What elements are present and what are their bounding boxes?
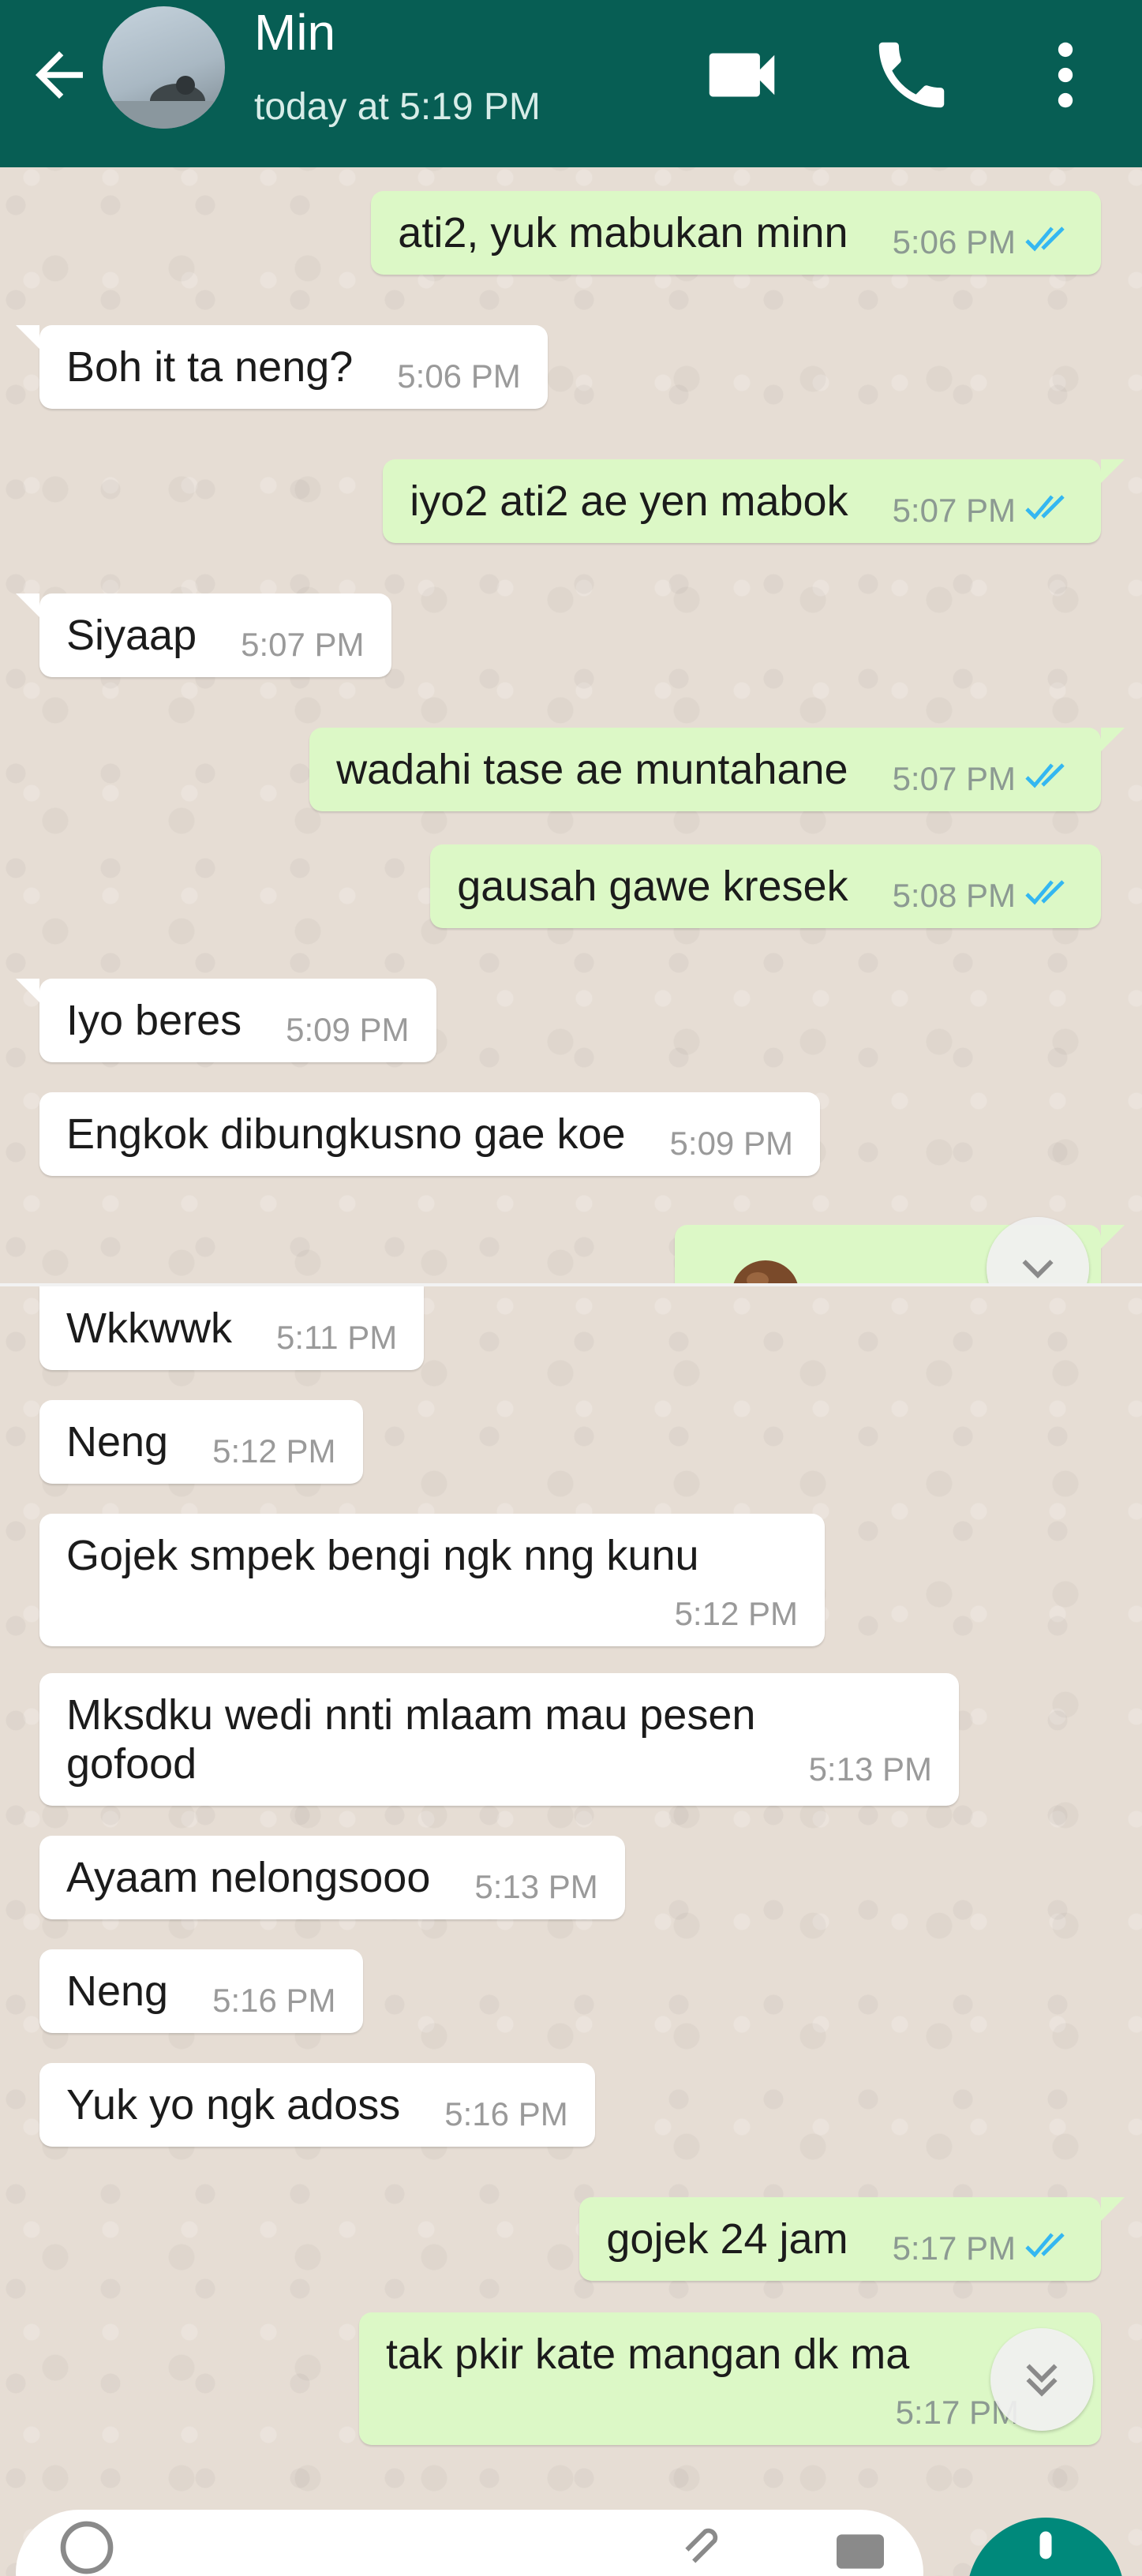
attach-icon[interactable]	[671, 2518, 726, 2573]
double-chevron-down-icon	[1026, 2364, 1058, 2397]
double-check-icon	[1025, 495, 1065, 520]
message-time: 5:09 PM	[286, 1011, 410, 1048]
message-text: Engkok dibungkusno gae koe	[66, 1110, 626, 1158]
mic-icon	[1039, 2531, 1052, 2559]
message-time: 5:12 PM	[674, 1595, 798, 1632]
bubble-tail	[1101, 728, 1125, 751]
chat-area-bottom[interactable]: Wkkwwk 5:11 PM Neng 5:12 PM Gojek smpek be…	[0, 1286, 1142, 2494]
message-time: 5:12 PM	[212, 1432, 336, 1470]
message-text: ati2, yuk mabukan minn	[398, 209, 848, 256]
bubble-tail	[1101, 2197, 1125, 2221]
message-time: 5:17 PM	[892, 2230, 1016, 2267]
message-time: 5:09 PM	[669, 1125, 793, 1162]
message-time: 5:07 PM	[892, 760, 1016, 797]
back-arrow-icon[interactable]	[24, 39, 95, 110]
double-check-icon	[1025, 880, 1065, 905]
message-incoming[interactable]: Yuk yo ngk adoss 5:16 PM	[39, 2063, 595, 2147]
bubble-tail	[16, 979, 39, 1002]
message-incoming[interactable]: Siyaap 5:07 PM	[39, 593, 391, 677]
avatar-photo	[103, 76, 225, 129]
message-time: 5:07 PM	[241, 626, 365, 663]
message-text: iyo2 ati2 ae yen mabok	[410, 477, 848, 525]
message-outgoing[interactable]: tak pkir kate mangan dk ma 5:17 PM	[359, 2312, 1101, 2445]
message-incoming[interactable]: Neng 5:16 PM	[39, 1949, 363, 2033]
message-time: 5:11 PM	[275, 1319, 398, 1356]
message-outgoing[interactable]: gausah gawe kresek 5:08 PM	[430, 844, 1101, 928]
message-time: 5:16 PM	[444, 2095, 568, 2132]
bubble-tail	[1101, 459, 1125, 483]
bubble-tail	[1101, 1225, 1125, 1249]
phone-icon[interactable]	[868, 32, 955, 118]
chat-area-top[interactable]: ati2, yuk mabukan minn 5:06 PM Boh it ta …	[0, 167, 1142, 1286]
message-text: wadahi tase ae muntahane	[336, 746, 848, 793]
emoji-icon[interactable]	[55, 2516, 118, 2576]
message-outgoing[interactable]: gojek 24 jam 5:17 PM	[579, 2197, 1101, 2281]
bubble-tail	[16, 325, 39, 349]
message-text-line: Mksdku wedi nnti mlaam mau pesen	[66, 1691, 756, 1739]
message-incoming[interactable]: Mksdku wedi nnti mlaam mau pesen gofood …	[39, 1673, 959, 1806]
contact-name[interactable]: Min	[254, 3, 335, 62]
message-time: 5:08 PM	[892, 877, 1016, 914]
bubble-tail	[16, 593, 39, 617]
scroll-down-button[interactable]	[990, 2328, 1093, 2431]
message-incoming[interactable]: Iyo beres 5:09 PM	[39, 979, 436, 1062]
message-text: gausah gawe kresek	[457, 863, 848, 910]
double-check-icon	[1025, 2233, 1065, 2258]
message-text: Wkkwwk	[66, 1305, 232, 1352]
last-seen-status: today at 5:19 PM	[254, 86, 541, 128]
message-text: gojek 24 jam	[606, 2215, 848, 2263]
message-incoming[interactable]: Gojek smpek bengi ngk nng kunu 5:12 PM	[39, 1514, 825, 1646]
message-time: 5:16 PM	[212, 1982, 336, 2019]
message-outgoing[interactable]: ati2, yuk mabukan minn 5:06 PM	[371, 191, 1101, 275]
message-incoming[interactable]: Neng 5:12 PM	[39, 1400, 363, 1484]
more-vert-icon[interactable]	[1022, 32, 1109, 118]
message-incoming[interactable]: Wkkwwk 5:11 PM	[39, 1286, 425, 1370]
message-input-bar[interactable]	[16, 2510, 923, 2576]
chat-header: Min today at 5:19 PM	[0, 0, 1142, 167]
message-text: Siyaap	[66, 612, 197, 659]
message-text: Boh it ta neng?	[66, 343, 354, 391]
message-outgoing[interactable]: iyo2 ati2 ae yen mabok 5:07 PM	[383, 459, 1101, 543]
message-incoming[interactable]: Engkok dibungkusno gae koe 5:09 PM	[39, 1092, 820, 1176]
message-text: Yuk yo ngk adoss	[66, 2081, 401, 2129]
message-time: 5:13 PM	[474, 1868, 598, 1905]
message-text: Neng	[66, 1968, 169, 2015]
message-time: 5:06 PM	[892, 223, 1016, 260]
double-check-icon	[1025, 227, 1065, 252]
double-check-icon	[1025, 763, 1065, 788]
video-call-icon[interactable]	[698, 32, 785, 118]
message-time: 5:06 PM	[397, 358, 521, 395]
message-outgoing[interactable]: wadahi tase ae muntahane 5:07 PM	[309, 728, 1101, 811]
message-text: Neng	[66, 1418, 169, 1466]
message-text: Ayaam nelongsooo	[66, 1854, 431, 1901]
message-text: tak pkir kate mangan dk ma	[386, 2331, 910, 2378]
message-incoming[interactable]: Boh it ta neng? 5:06 PM	[39, 325, 548, 409]
message-incoming[interactable]: Ayaam nelongsooo 5:13 PM	[39, 1836, 625, 1919]
avatar[interactable]	[103, 6, 225, 129]
message-text: Gojek smpek bengi ngk nng kunu	[66, 1532, 699, 1579]
message-time: 5:13 PM	[808, 1750, 932, 1788]
message-text-line: gofood	[66, 1740, 197, 1788]
sticker-image	[732, 1260, 799, 1286]
message-text: Iyo beres	[66, 997, 242, 1044]
camera-icon[interactable]	[829, 2516, 892, 2576]
message-time: 5:07 PM	[892, 492, 1016, 529]
chevron-down-icon	[1022, 1260, 1054, 1279]
